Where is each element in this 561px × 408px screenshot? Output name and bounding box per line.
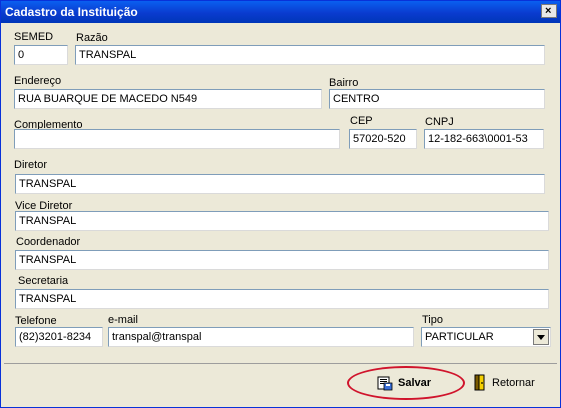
bairro-label: Bairro <box>329 77 359 89</box>
highlight-ellipse <box>347 366 465 400</box>
return-button-label: Retornar <box>492 377 535 389</box>
secretaria-label: Secretaria <box>18 275 69 287</box>
endereco-input[interactable]: RUA BUARQUE DE MACEDO N549 <box>14 89 322 109</box>
razao-input[interactable]: TRANSPAL <box>75 45 545 65</box>
return-button[interactable]: Retornar <box>470 371 550 397</box>
close-button[interactable]: × <box>541 4 557 18</box>
vice-diretor-input[interactable]: TRANSPAL <box>15 211 549 231</box>
bairro-input[interactable]: CENTRO <box>329 89 545 109</box>
cnpj-label: CNPJ <box>425 116 454 128</box>
semed-input[interactable]: 0 <box>14 45 68 65</box>
close-icon: × <box>545 5 552 17</box>
door-exit-icon <box>474 374 485 391</box>
tipo-dropdown-button[interactable] <box>533 329 549 345</box>
coordenador-label: Coordenador <box>16 236 81 248</box>
diretor-input[interactable]: TRANSPAL <box>15 174 545 194</box>
cep-input[interactable]: 57020-520 <box>349 129 417 149</box>
chevron-down-icon <box>537 335 545 340</box>
razao-label: Razão <box>76 32 108 44</box>
email-label: e-mail <box>108 314 138 326</box>
tipo-selected-value: PARTICULAR <box>425 331 494 343</box>
endereco-label: Endereço <box>14 75 62 87</box>
semed-label: SEMED <box>14 31 54 43</box>
cadastro-window: Cadastro da Instituição × SEMED 0 Razão … <box>0 0 561 408</box>
telefone-input[interactable]: (82)3201-8234 <box>15 327 103 347</box>
title-bar: Cadastro da Instituição × <box>1 1 560 23</box>
coordenador-input[interactable]: TRANSPAL <box>15 250 549 270</box>
tipo-label: Tipo <box>422 314 443 326</box>
tipo-select[interactable]: PARTICULAR <box>421 327 551 347</box>
secretaria-input[interactable]: TRANSPAL <box>15 289 549 309</box>
email-input[interactable]: transpal@transpal <box>108 327 414 347</box>
window-title: Cadastro da Instituição <box>5 5 138 19</box>
complemento-input[interactable] <box>14 129 340 149</box>
cnpj-input[interactable]: 12-182-663\0001-53 <box>424 129 544 149</box>
telefone-label: Telefone <box>15 315 57 327</box>
cep-label: CEP <box>350 115 373 127</box>
diretor-label: Diretor <box>14 159 48 171</box>
